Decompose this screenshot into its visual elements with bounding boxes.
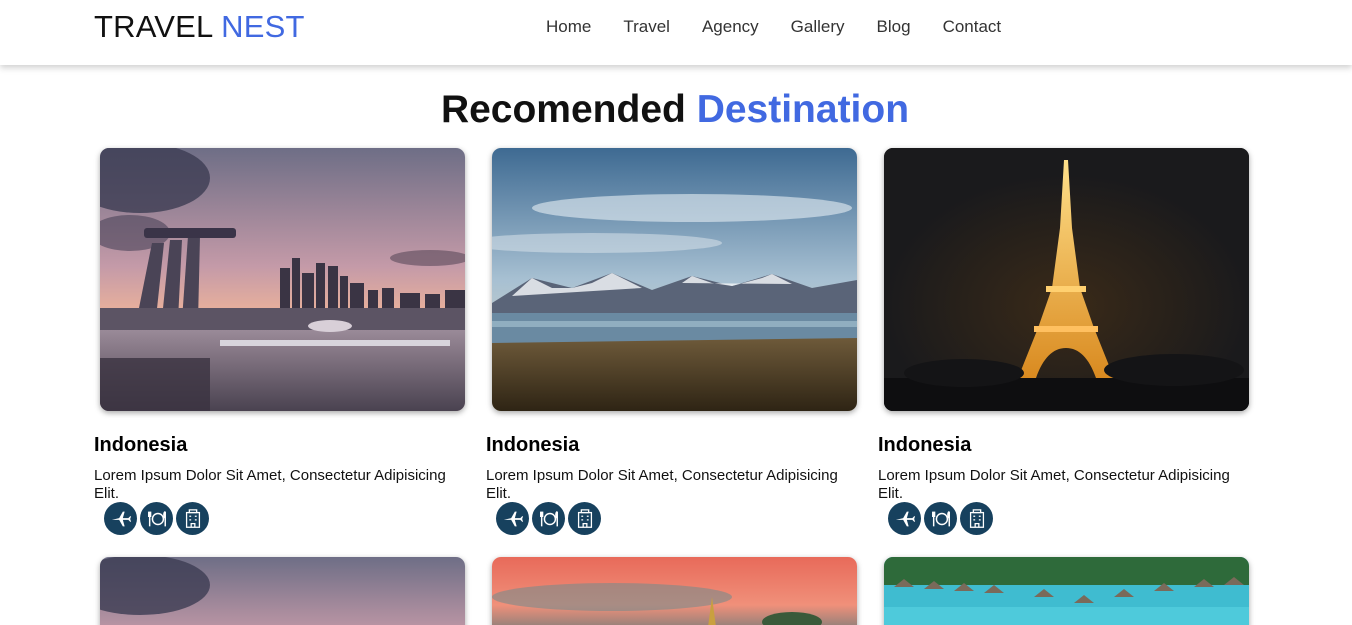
nav-gallery[interactable]: Gallery	[791, 17, 845, 37]
hotel-icon[interactable]	[176, 502, 209, 535]
hotel-icon[interactable]	[960, 502, 993, 535]
eiffel-tower-image[interactable]	[884, 148, 1249, 411]
nav-travel[interactable]: Travel	[623, 17, 670, 37]
airplane-icon[interactable]	[888, 502, 921, 535]
hotel-icon[interactable]	[568, 502, 601, 535]
card-title: Indonesia	[94, 434, 188, 456]
overwater-bungalows-image[interactable]	[884, 557, 1249, 625]
card-title: Indonesia	[878, 434, 972, 456]
card-description: Lorem Ipsum Dolor Sit Amet, Consectetur …	[878, 467, 1230, 502]
card-feature-icons	[888, 502, 993, 535]
nav-contact[interactable]: Contact	[943, 17, 1002, 37]
dining-icon[interactable]	[532, 502, 565, 535]
card-description: Lorem Ipsum Dolor Sit Amet, Consectetur …	[486, 467, 838, 502]
airplane-icon[interactable]	[496, 502, 529, 535]
card-title: Indonesia	[486, 434, 580, 456]
main-nav: Home Travel Agency Gallery Blog Contact	[546, 17, 1001, 37]
dining-icon[interactable]	[924, 502, 957, 535]
city-skyline-image[interactable]	[100, 148, 465, 411]
nav-blog[interactable]: Blog	[877, 17, 911, 37]
nav-agency[interactable]: Agency	[702, 17, 759, 37]
site-header: TRAVEL NEST Home Travel Agency Gallery B…	[0, 0, 1352, 65]
site-logo[interactable]: TRAVEL NEST	[94, 9, 305, 45]
card-feature-icons	[496, 502, 601, 535]
section-title: Recomended Destination	[0, 88, 1350, 132]
city-skyline-image[interactable]	[100, 557, 465, 625]
card-description: Lorem Ipsum Dolor Sit Amet, Consectetur …	[94, 467, 446, 502]
section-title-accent: Destination	[696, 88, 910, 131]
logo-text-primary: TRAVEL	[94, 9, 213, 44]
mountain-lake-image[interactable]	[492, 148, 857, 411]
temple-sunset-image[interactable]	[492, 557, 857, 625]
section-title-primary: Recomended	[440, 88, 686, 131]
logo-text-accent: NEST	[221, 9, 305, 44]
card-feature-icons	[104, 502, 209, 535]
airplane-icon[interactable]	[104, 502, 137, 535]
nav-home[interactable]: Home	[546, 17, 591, 37]
dining-icon[interactable]	[140, 502, 173, 535]
